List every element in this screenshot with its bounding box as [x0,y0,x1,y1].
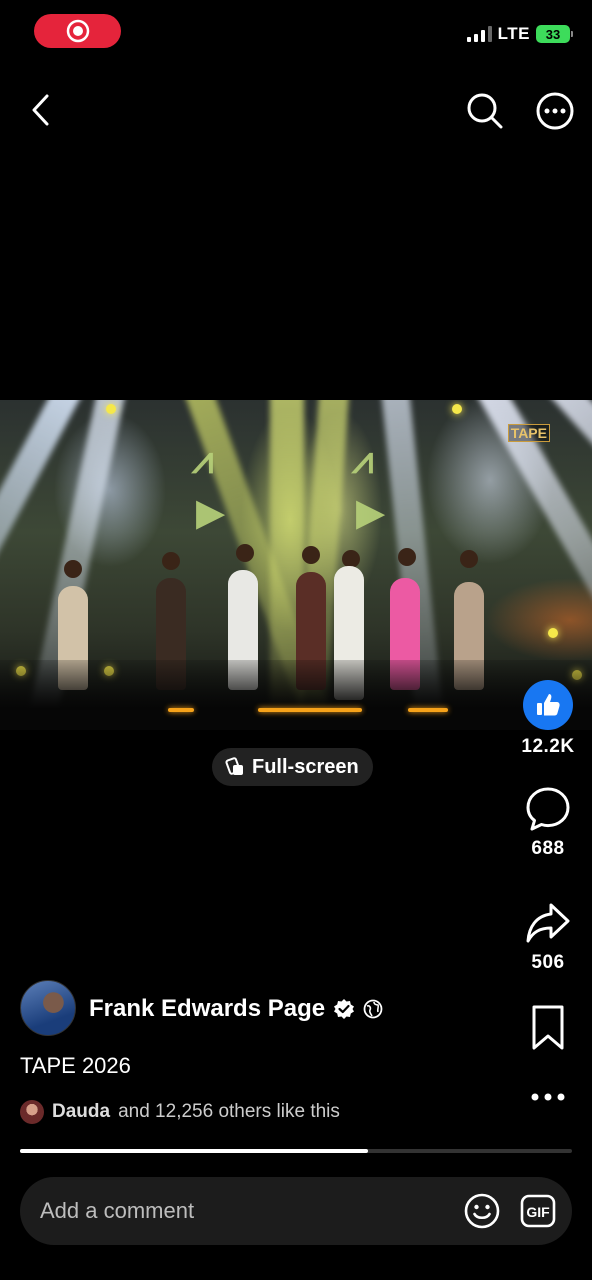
liker-name: Dauda [52,1101,111,1122]
globe-icon [363,999,383,1019]
likes-text: and 12,256 others like this [118,1101,340,1122]
comment-bar[interactable]: Add a comment GIF [20,1177,572,1245]
post-caption: TAPE 2026 [20,1053,131,1078]
bookmark-icon [532,1005,564,1050]
emoji-button[interactable] [462,1191,502,1231]
verified-badge-icon [334,999,355,1019]
battery-indicator: 33 [536,25,573,43]
stage-light [452,404,462,414]
thumbs-up-icon [537,694,560,716]
rotate-phone-icon [225,757,243,775]
more-circle-icon [536,92,574,130]
stage-light-strip [408,708,448,712]
full-screen-label: Full-screen [252,755,359,778]
author-name: Frank Edwards Page [89,995,326,1022]
author-row[interactable]: Frank Edwards Page [89,995,383,1023]
liker-avatar [20,1100,44,1124]
performer-head [236,544,254,562]
stage-graphic: ⩘ [192,440,214,482]
smiley-icon [464,1193,500,1229]
comment-count: 688 [531,838,565,859]
post-more-button[interactable] [513,1086,583,1108]
gif-button[interactable]: GIF [518,1191,558,1231]
search-button[interactable] [464,90,506,132]
stage-floor [0,660,592,730]
video-progress-bar[interactable] [20,1149,572,1153]
performer-head [162,552,180,570]
stage-graphic: ▶ [356,492,386,534]
author-avatar[interactable] [20,980,76,1036]
screen-recording-indicator[interactable] [34,14,121,48]
network-type: LTE [497,24,530,43]
performer-head [302,546,320,564]
more-horizontal-icon [531,1093,565,1101]
video-player[interactable]: ⩘ ▶ ⩘ ▶ TAPE [0,400,592,730]
tape-watermark: TAPE [507,424,550,442]
share-arrow-icon [526,903,570,943]
stage-light [106,404,116,414]
more-options-button[interactable] [534,90,576,132]
like-count: 12.2K [521,736,575,757]
status-bar-right: LTE 33 [466,24,573,44]
gif-icon: GIF [520,1194,556,1228]
share-button[interactable]: 506 [513,900,583,974]
performer-head [64,560,82,578]
stage-light-strip [168,708,194,712]
stage-light-strip [258,708,362,712]
like-button[interactable]: 12.2K [513,680,583,758]
stage-light [548,628,558,638]
search-icon [467,93,503,129]
comment-input[interactable]: Add a comment [40,1198,446,1224]
full-screen-button[interactable]: Full-screen [212,748,373,786]
comment-button[interactable]: 688 [513,786,583,860]
record-icon [66,19,89,43]
stage-graphic: ⩘ [352,440,374,482]
signal-icon [466,26,492,42]
performer-head [460,550,478,568]
likes-summary[interactable]: Dauda and 12,256 others like this [20,1100,340,1124]
comment-bubble-icon [526,787,570,831]
performer-head [398,548,416,566]
save-button[interactable] [513,1004,583,1052]
gif-label: GIF [526,1204,550,1220]
video-progress-fill [20,1149,368,1153]
share-count: 506 [531,952,565,973]
back-button[interactable] [20,88,60,132]
chevron-left-icon [32,94,49,126]
like-badge [523,680,573,730]
stage-graphic: ▶ [196,492,226,534]
